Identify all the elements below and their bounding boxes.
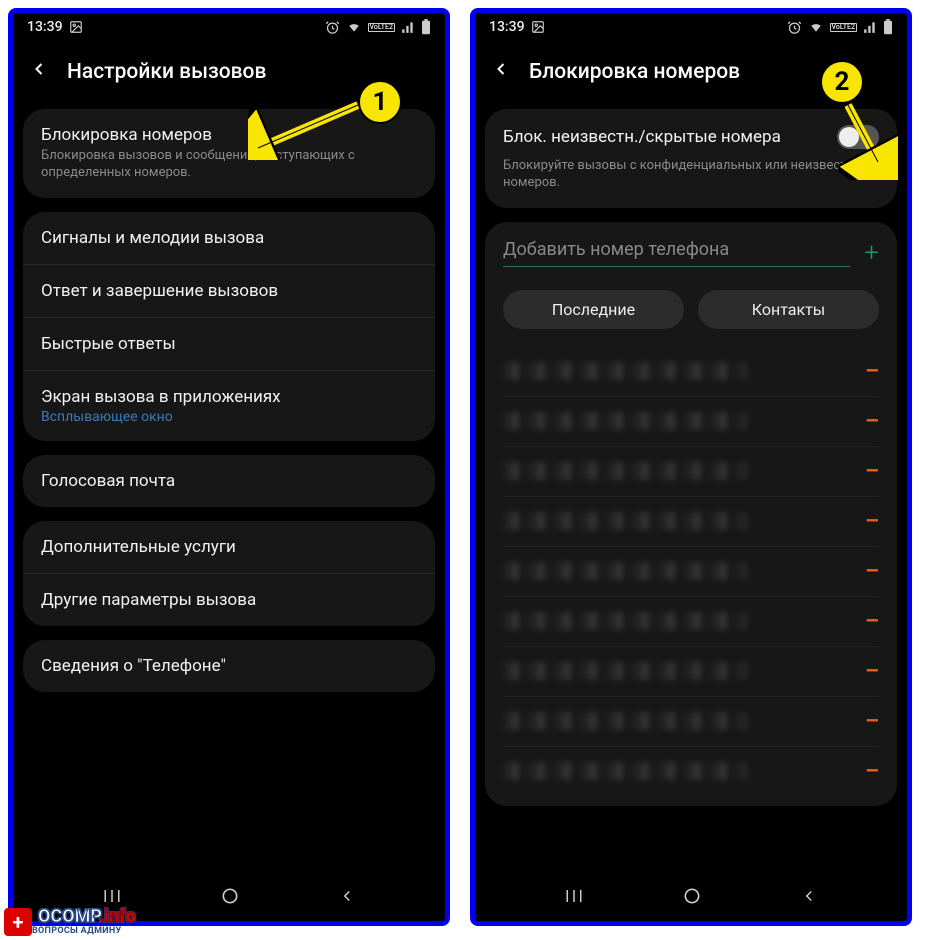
volte-icon: VoLTE2 [830,23,857,32]
blocked-item[interactable]: – [503,697,879,747]
setting-quick-replies[interactable]: Быстрые ответы [23,318,435,371]
phone-screenshot-1: 13:39 VoLTE2 Настройки вызовов Блокировк… [8,8,450,926]
watermark-brand: OCOMP [38,906,99,927]
watermark-sub: ВОПРОСЫ АДМИНУ [32,926,136,936]
annotation-badge-2: 2 [820,60,864,104]
wifi-icon [808,20,824,34]
back-icon[interactable] [491,59,511,85]
setting-voicemail[interactable]: Голосовая почта [23,455,435,507]
blocked-item[interactable]: – [503,447,879,497]
settings-group: Дополнительные услуги Другие параметры в… [23,521,435,626]
screenshot-icon [69,20,83,34]
nav-recents-icon[interactable] [564,887,584,909]
blocked-number-blurred [503,562,747,580]
blocked-list: – – – – – – – – – [485,347,897,806]
row-title: Экран вызова в приложениях [41,387,417,407]
row-title: Ответ и завершение вызовов [41,281,417,301]
blocked-number-blurred [503,462,747,480]
watermark-domain: .info [99,906,136,927]
blocked-item[interactable]: – [503,397,879,447]
blocked-item[interactable]: – [503,497,879,547]
signal-icon [401,20,415,34]
blocked-item[interactable]: – [503,597,879,647]
setting-ringtones[interactable]: Сигналы и мелодии вызова [23,212,435,265]
battery-icon [883,19,893,35]
settings-group: Голосовая почта [23,455,435,507]
nav-back-icon[interactable] [338,887,356,909]
remove-icon[interactable]: – [865,759,879,784]
blocked-number-blurred [503,412,747,430]
blocked-item[interactable]: – [503,347,879,397]
annotation-arrow-2 [838,100,898,180]
nav-home-icon[interactable] [220,886,240,910]
add-number-input[interactable]: Добавить номер телефона [503,239,850,267]
blocked-number-blurred [503,512,747,530]
remove-icon[interactable]: – [865,359,879,384]
nav-home-icon[interactable] [682,886,702,910]
screenshot-icon [531,20,545,34]
setting-additional-services[interactable]: Дополнительные услуги [23,521,435,574]
watermark-plus-icon: + [4,908,32,936]
row-title: Сведения о "Телефоне" [41,656,417,676]
blocked-number-blurred [503,712,747,730]
annotation-badge-1: 1 [358,80,402,124]
remove-icon[interactable]: – [865,459,879,484]
block-unknown-card: Блок. неизвестн./скрытые номера Блокируй… [485,109,897,208]
back-icon[interactable] [29,59,49,85]
status-bar: 13:39 VoLTE2 [475,13,907,41]
row-link: Всплывающее окно [41,409,417,425]
blocked-number-blurred [503,662,747,680]
signal-icon [863,20,877,34]
status-bar: 13:39 VoLTE2 [13,13,445,41]
alarm-icon [325,20,340,35]
battery-icon [421,19,431,35]
blocked-number-blurred [503,762,747,780]
setting-call-display[interactable]: Экран вызова в приложениях Всплывающее о… [23,371,435,441]
annotation-arrow-1 [248,100,368,160]
toggle-subtitle: Блокируйте вызовы с конфиденциальных или… [485,158,897,208]
blocked-numbers-card: Добавить номер телефона + Последние Конт… [485,222,897,806]
blocked-item[interactable]: – [503,647,879,697]
blocked-number-blurred [503,612,747,630]
tab-contacts[interactable]: Контакты [698,290,879,329]
status-time: 13:39 [489,19,525,35]
watermark: + OCOMP.info ВОПРОСЫ АДМИНУ [4,908,136,936]
settings-group: Сведения о "Телефоне" [23,640,435,692]
remove-icon[interactable]: – [865,659,879,684]
row-title: Другие параметры вызова [41,590,417,610]
blocked-number-blurred [503,362,747,380]
remove-icon[interactable]: – [865,609,879,634]
nav-back-icon[interactable] [800,887,818,909]
remove-icon[interactable]: – [865,709,879,734]
remove-icon[interactable]: – [865,559,879,584]
blocked-item[interactable]: – [503,547,879,597]
wifi-icon [346,20,362,34]
volte-icon: VoLTE2 [368,23,395,32]
status-time: 13:39 [27,19,63,35]
android-navbar [475,875,907,921]
blocked-item[interactable]: – [503,747,879,796]
row-title: Сигналы и мелодии вызова [41,228,417,248]
setting-about-phone[interactable]: Сведения о "Телефоне" [23,640,435,692]
screen-title: Настройки вызовов [67,60,266,84]
setting-answer-end[interactable]: Ответ и завершение вызовов [23,265,435,318]
alarm-icon [787,20,802,35]
toggle-title: Блок. неизвестн./скрытые номера [503,127,837,147]
add-number-icon[interactable]: + [864,238,879,268]
remove-icon[interactable]: – [865,409,879,434]
row-title: Дополнительные услуги [41,537,417,557]
remove-icon[interactable]: – [865,509,879,534]
row-title: Голосовая почта [41,471,417,491]
screen-title: Блокировка номеров [529,60,740,84]
settings-group: Сигналы и мелодии вызова Ответ и заверше… [23,212,435,441]
row-title: Быстрые ответы [41,334,417,354]
setting-other-call-params[interactable]: Другие параметры вызова [23,574,435,626]
tab-recent[interactable]: Последние [503,290,684,329]
